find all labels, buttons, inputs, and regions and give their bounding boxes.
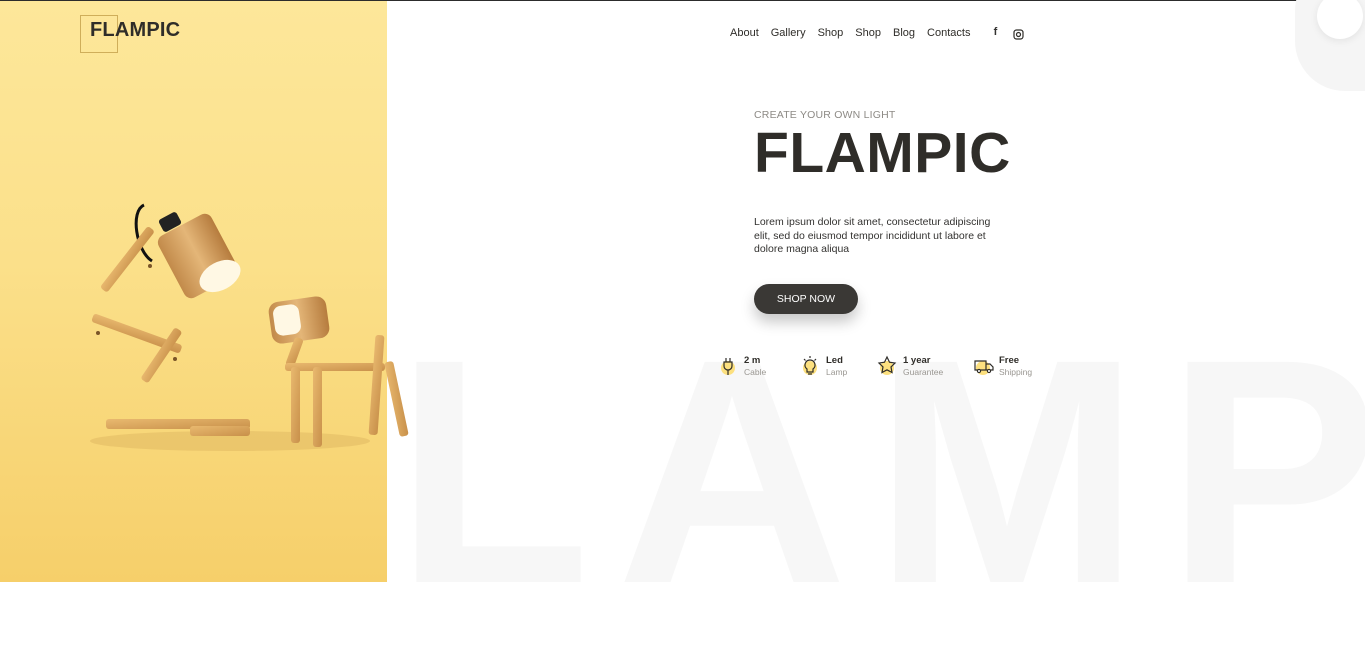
wooden-lamp-image	[90, 203, 409, 451]
feature-title: 2 m	[744, 355, 761, 366]
nav-gallery[interactable]: Gallery	[771, 27, 806, 39]
hero-image-panel: FLAMPIC	[0, 1, 409, 582]
feature-title: 1 year	[903, 355, 931, 366]
hero-subtitle: CREATE YOUR OWN LIGHT	[754, 109, 896, 121]
feature-subtitle: Shipping	[999, 367, 1033, 377]
nav-about[interactable]: About	[730, 27, 759, 39]
feature-guarantee: 1 year Guarantee	[877, 355, 973, 377]
shop-now-button[interactable]: SHOP NOW	[754, 284, 858, 314]
nav-contacts[interactable]: Contacts	[927, 27, 970, 39]
bulb-icon	[800, 355, 822, 377]
features-row: 2 m Cable Led Lamp 1 year Guarantee Free	[718, 355, 1032, 377]
feature-shipping: Free Shipping	[973, 355, 1032, 377]
hero-title: FLAMPIC	[754, 121, 1011, 185]
feature-subtitle: Guarantee	[903, 367, 944, 377]
feature-subtitle: Lamp	[826, 367, 848, 377]
feature-title: Free	[999, 355, 1020, 366]
nav-shop[interactable]: Shop	[818, 27, 844, 39]
social-links: f	[990, 27, 1024, 40]
nav-shop-2[interactable]: Shop	[855, 27, 881, 39]
nav-blog[interactable]: Blog	[893, 27, 915, 39]
feature-cable: 2 m Cable	[718, 355, 800, 377]
truck-icon	[973, 355, 995, 377]
feature-title: Led	[826, 355, 843, 366]
logo[interactable]: FLAMPIC	[90, 19, 180, 42]
hero-description: Lorem ipsum dolor sit amet, consectetur …	[754, 216, 991, 255]
facebook-icon[interactable]: f	[990, 27, 1001, 38]
plug-icon	[718, 355, 740, 377]
feature-subtitle: Cable	[744, 367, 767, 377]
star-icon	[877, 355, 899, 377]
hero-section: CREATE YOUR OWN LIGHT FLAMPIC Lorem ipsu…	[754, 109, 1034, 257]
main-nav: About Gallery Shop Shop Blog Contacts	[730, 27, 970, 39]
feature-led: Led Lamp	[800, 355, 877, 377]
instagram-icon[interactable]	[1013, 27, 1024, 40]
